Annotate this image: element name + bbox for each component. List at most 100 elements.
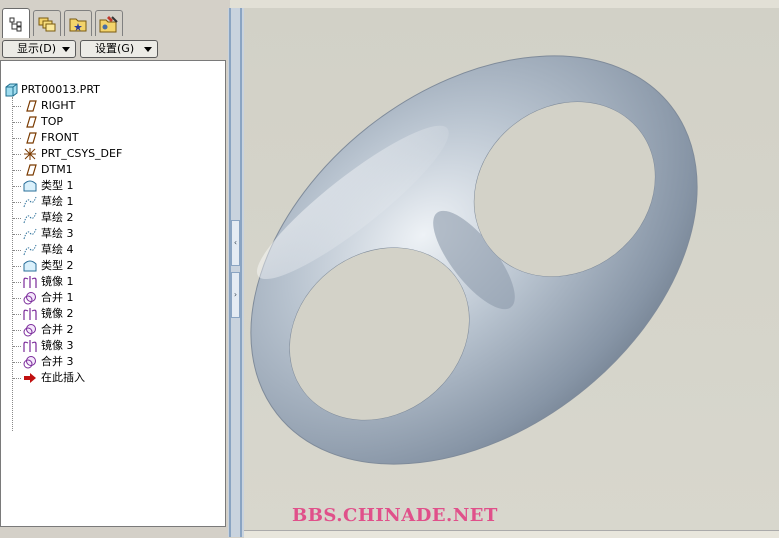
tree-item-label: 合并 2 (41, 323, 74, 336)
tree-branch-line (13, 218, 21, 219)
tree-item-label: 合并 3 (41, 355, 74, 368)
tree-item-label: 类型 1 (41, 179, 74, 192)
tree-item-label: 类型 2 (41, 259, 74, 272)
mirror-icon (23, 340, 37, 352)
tree-branch-line (13, 362, 21, 363)
tree-root-item[interactable]: PRT00013.PRT (1, 82, 225, 98)
tree-item-label: 草绘 1 (41, 195, 74, 208)
tree-item[interactable]: 在此插入 (1, 370, 225, 386)
tree-branch-line (13, 202, 21, 203)
model-3d-view (250, 55, 698, 465)
tree-item[interactable]: 镜像 1 (1, 274, 225, 290)
navigator-panel: 显示(D) 设置(G) PRT00013.PRT RIGHT TOP FRONT PR… (0, 0, 230, 537)
sketch-icon (23, 228, 37, 240)
tree-item-label: FRONT (41, 131, 79, 144)
sketch-icon (23, 244, 37, 256)
tree-item-label: 镜像 3 (41, 339, 74, 352)
tree-item-label: 草绘 4 (41, 243, 74, 256)
tree-item[interactable]: 合并 2 (1, 322, 225, 338)
model-tree: PRT00013.PRT RIGHT TOP FRONT PRT_CSYS_DEF DT… (0, 60, 226, 527)
model-tree-icon (9, 17, 22, 31)
tree-item-label: 镜像 2 (41, 307, 74, 320)
merge-icon (23, 356, 36, 369)
tree-item-label: TOP (41, 115, 64, 128)
tree-branch-line (13, 138, 21, 139)
surface-feature-icon (23, 260, 37, 272)
chevron-down-icon (62, 47, 70, 52)
settings-menu-button[interactable]: 设置(G) (80, 40, 158, 58)
tree-branch-line (13, 234, 21, 235)
navigator-menubar: 显示(D) 设置(G) (0, 38, 230, 60)
part-icon (5, 83, 18, 97)
tree-item[interactable]: 镜像 3 (1, 338, 225, 354)
datum-plane-icon (26, 132, 37, 144)
tree-item-label: 镜像 1 (41, 275, 74, 288)
graphics-viewport[interactable] (244, 8, 779, 532)
tree-branch-line (13, 122, 21, 123)
tree-item[interactable]: 合并 3 (1, 354, 225, 370)
expand-right-button[interactable]: › (231, 272, 240, 318)
tree-item-label: 在此插入 (41, 371, 85, 384)
tree-item[interactable]: 类型 1 (1, 178, 225, 194)
panel-splitter[interactable]: ‹ › (228, 8, 244, 537)
settings-menu-label: 设置(G) (95, 42, 135, 55)
tab-connections[interactable] (95, 10, 123, 36)
insert-here-arrow-icon (24, 373, 36, 383)
tree-item[interactable]: 草绘 2 (1, 210, 225, 226)
navigator-tabs (0, 8, 230, 38)
coordinate-system-icon (24, 148, 36, 160)
tree-branch-line (13, 154, 21, 155)
link-body-shape (250, 55, 698, 465)
tree-item[interactable]: 草绘 1 (1, 194, 225, 210)
merge-icon (23, 324, 36, 337)
tree-branch-line (13, 298, 21, 299)
tree-item[interactable]: 镜像 2 (1, 306, 225, 322)
datum-plane-icon (26, 116, 37, 128)
folder-browser-icon (38, 17, 56, 31)
tree-item-label: 草绘 3 (41, 227, 74, 240)
tab-favorites[interactable] (64, 10, 92, 36)
tree-branch-line (13, 250, 21, 251)
sketch-icon (23, 196, 37, 208)
watermark-text: BBS.CHINADE.NET (292, 505, 498, 526)
tree-branch-line (13, 106, 21, 107)
tree-item-label: DTM1 (41, 163, 73, 176)
tree-item[interactable]: DTM1 (1, 162, 225, 178)
mirror-icon (23, 276, 37, 288)
tree-branch-line (13, 186, 21, 187)
sketch-icon (23, 212, 37, 224)
tree-branch-line (13, 330, 21, 331)
tree-branch-line (13, 378, 21, 379)
tree-item[interactable]: TOP (1, 114, 225, 130)
tree-item-label: PRT_CSYS_DEF (41, 147, 123, 160)
tree-item-label: RIGHT (41, 99, 76, 112)
tree-branch-line (13, 266, 21, 267)
collapse-left-button[interactable]: ‹ (231, 220, 240, 266)
tree-item[interactable]: FRONT (1, 130, 225, 146)
splitter-stripe (240, 8, 242, 537)
display-menu-label: 显示(D) (17, 42, 57, 55)
surface-feature-icon (23, 180, 37, 192)
tree-item[interactable]: 草绘 4 (1, 242, 225, 258)
tree-item[interactable]: RIGHT (1, 98, 225, 114)
tree-item[interactable]: PRT_CSYS_DEF (1, 146, 225, 162)
datum-plane-icon (26, 164, 37, 176)
tree-item-label: 合并 1 (41, 291, 74, 304)
tree-root-label: PRT00013.PRT (21, 83, 100, 96)
tree-item[interactable]: 合并 1 (1, 290, 225, 306)
datum-plane-icon (26, 100, 37, 112)
connections-icon (99, 15, 118, 32)
tab-folder-browser[interactable] (33, 10, 61, 36)
tree-item-label: 草绘 2 (41, 211, 74, 224)
tree-branch-line (13, 314, 21, 315)
tree-item[interactable]: 草绘 3 (1, 226, 225, 242)
tree-branch-line (13, 346, 21, 347)
merge-icon (23, 292, 36, 305)
display-menu-button[interactable]: 显示(D) (2, 40, 76, 58)
favorites-icon (69, 18, 87, 31)
tab-model-tree[interactable] (2, 8, 30, 38)
tree-branch-line (13, 282, 21, 283)
tree-item[interactable]: 类型 2 (1, 258, 225, 274)
mirror-icon (23, 308, 37, 320)
chevron-down-icon (144, 47, 152, 52)
